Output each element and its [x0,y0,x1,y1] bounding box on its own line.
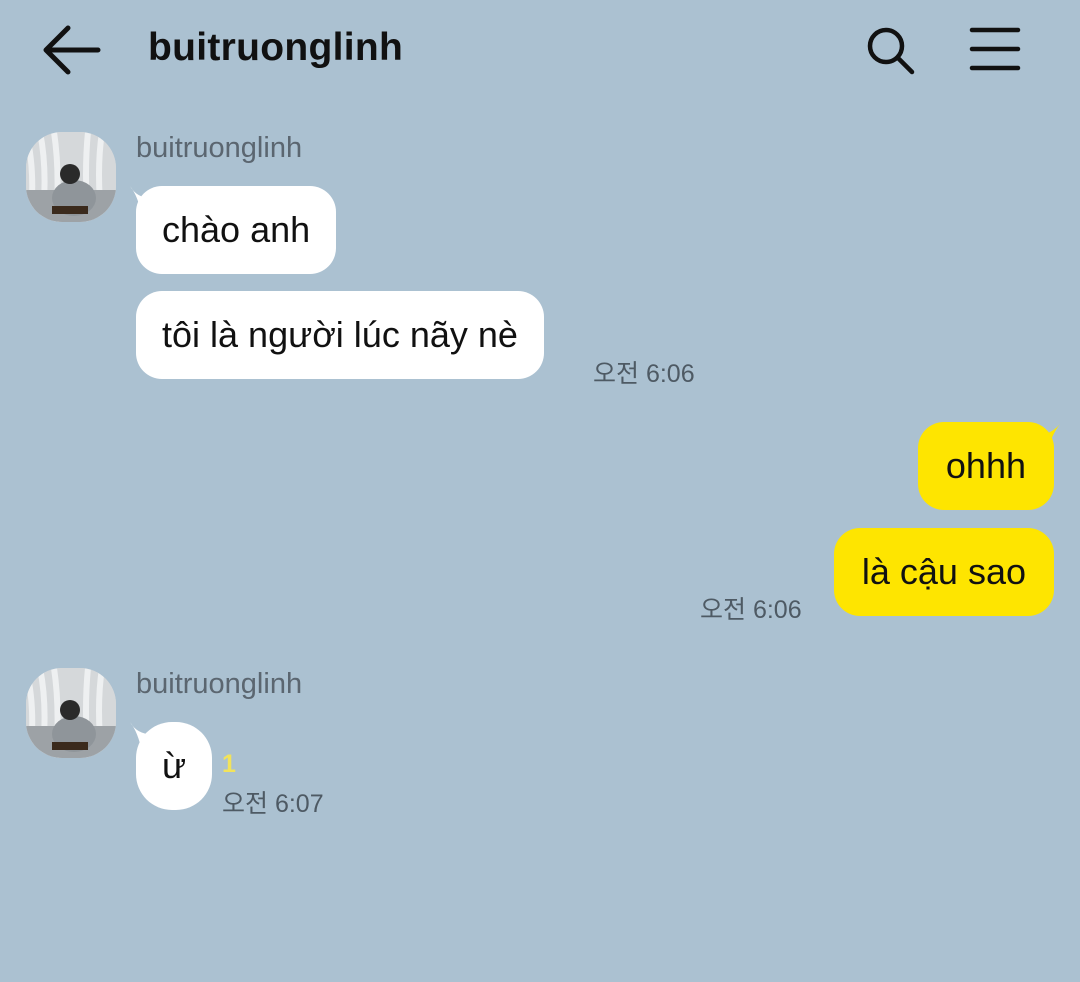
unread-count: 1 [222,750,236,778]
profile-photo [26,668,116,758]
sender-name: buitruonglinh [136,668,303,700]
chat-title: buitruonglinh [148,26,404,69]
message-text: ohhh [945,445,1026,486]
message-text: ừ [161,745,187,786]
arrow-left-icon [43,25,101,75]
hamburger-menu-icon [969,27,1021,71]
message-bubble-incoming[interactable]: chào anh [136,186,337,274]
message-bubble-incoming[interactable]: tôi là người lúc nãy nè [136,291,544,379]
message-bubble-outgoing[interactable]: ohhh [917,422,1054,510]
message-timestamp: 오전 6:06 [700,596,802,624]
search-icon [867,27,915,75]
profile-photo [26,132,116,222]
message-text: là cậu sao [861,551,1026,592]
back-button[interactable] [40,22,102,78]
message-bubble-incoming[interactable]: ừ [136,722,212,810]
avatar[interactable] [26,668,116,758]
message-timestamp: 오전 6:07 [222,790,324,818]
message-text: tôi là người lúc nãy nè [162,314,518,355]
message-text: chào anh [162,209,311,250]
search-button[interactable] [864,24,918,78]
chat-header: buitruonglinh [0,0,1080,100]
message-bubble-outgoing[interactable]: là cậu sao [833,528,1054,616]
avatar[interactable] [26,132,116,222]
menu-button[interactable] [966,24,1024,74]
sender-name: buitruonglinh [136,132,303,164]
message-timestamp: 오전 6:06 [593,360,695,388]
